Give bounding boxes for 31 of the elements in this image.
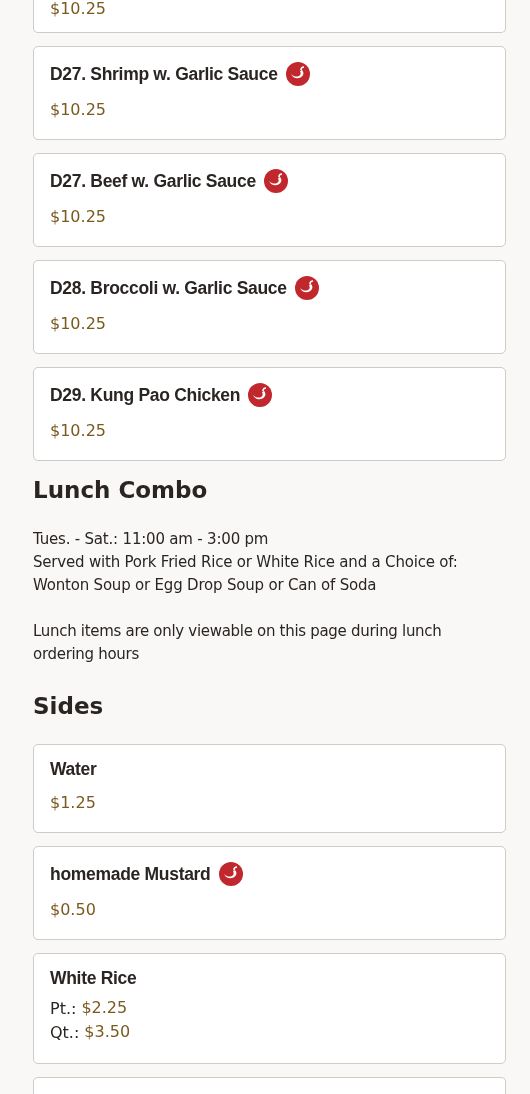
- item-price: $10.25: [50, 420, 107, 442]
- menu-item-card[interactable]: $10.25: [33, 0, 506, 33]
- item-price: $10.25: [50, 206, 107, 228]
- menu-item-card[interactable]: D29. Kung Pao Chicken $10.25: [33, 367, 506, 461]
- item-price: $10.25: [50, 313, 107, 335]
- menu-item-card[interactable]: White Rice Pt.: $2.25 Qt.: $3.50: [33, 953, 506, 1064]
- info-text: Served with Pork Fried Rice or White Rice and a Choice of: Wonton Soup or Egg Drop Soup or Can of Soda: [33, 552, 459, 596]
- item-name: White Rice: [50, 968, 137, 989]
- menu-item-card[interactable]: D27. Beef w. Garlic Sauce $10.25: [33, 153, 506, 247]
- item-name: homemade Mustard: [50, 863, 211, 885]
- menu-item-card[interactable]: D28. Broccoli w. Garlic Sauce $10.25: [33, 260, 506, 354]
- item-name: D27. Shrimp w. Garlic Sauce: [50, 63, 278, 85]
- item-name: Water: [50, 759, 97, 780]
- item-price: $2.25: [81, 997, 128, 1019]
- section-heading: Sides: [33, 693, 105, 719]
- info-text: Tues. - Sat.: 11:00 am - 3:00 pm: [33, 529, 270, 550]
- size-label: Pt.:: [50, 998, 77, 1020]
- item-price: $10.25: [50, 0, 107, 20]
- item-name: D27. Beef w. Garlic Sauce: [50, 170, 256, 192]
- item-name: D28. Broccoli w. Garlic Sauce: [50, 277, 287, 299]
- item-price: $1.25: [50, 792, 97, 814]
- size-label: Qt.:: [50, 1022, 80, 1044]
- section-heading: Lunch Combo: [33, 477, 209, 503]
- item-price: $0.50: [50, 899, 97, 921]
- menu-item-card[interactable]: homemade Mustard $0.50: [33, 846, 506, 940]
- menu-item-card[interactable]: Water $1.25: [33, 744, 506, 833]
- item-price: $3.50: [84, 1021, 131, 1043]
- menu-item-card[interactable]: D27. Shrimp w. Garlic Sauce $10.25: [33, 46, 506, 140]
- item-price: $10.25: [50, 99, 107, 121]
- item-name: D29. Kung Pao Chicken: [50, 384, 241, 406]
- note-text: Lunch items are only viewable on this page during lunch ordering hours: [33, 621, 443, 665]
